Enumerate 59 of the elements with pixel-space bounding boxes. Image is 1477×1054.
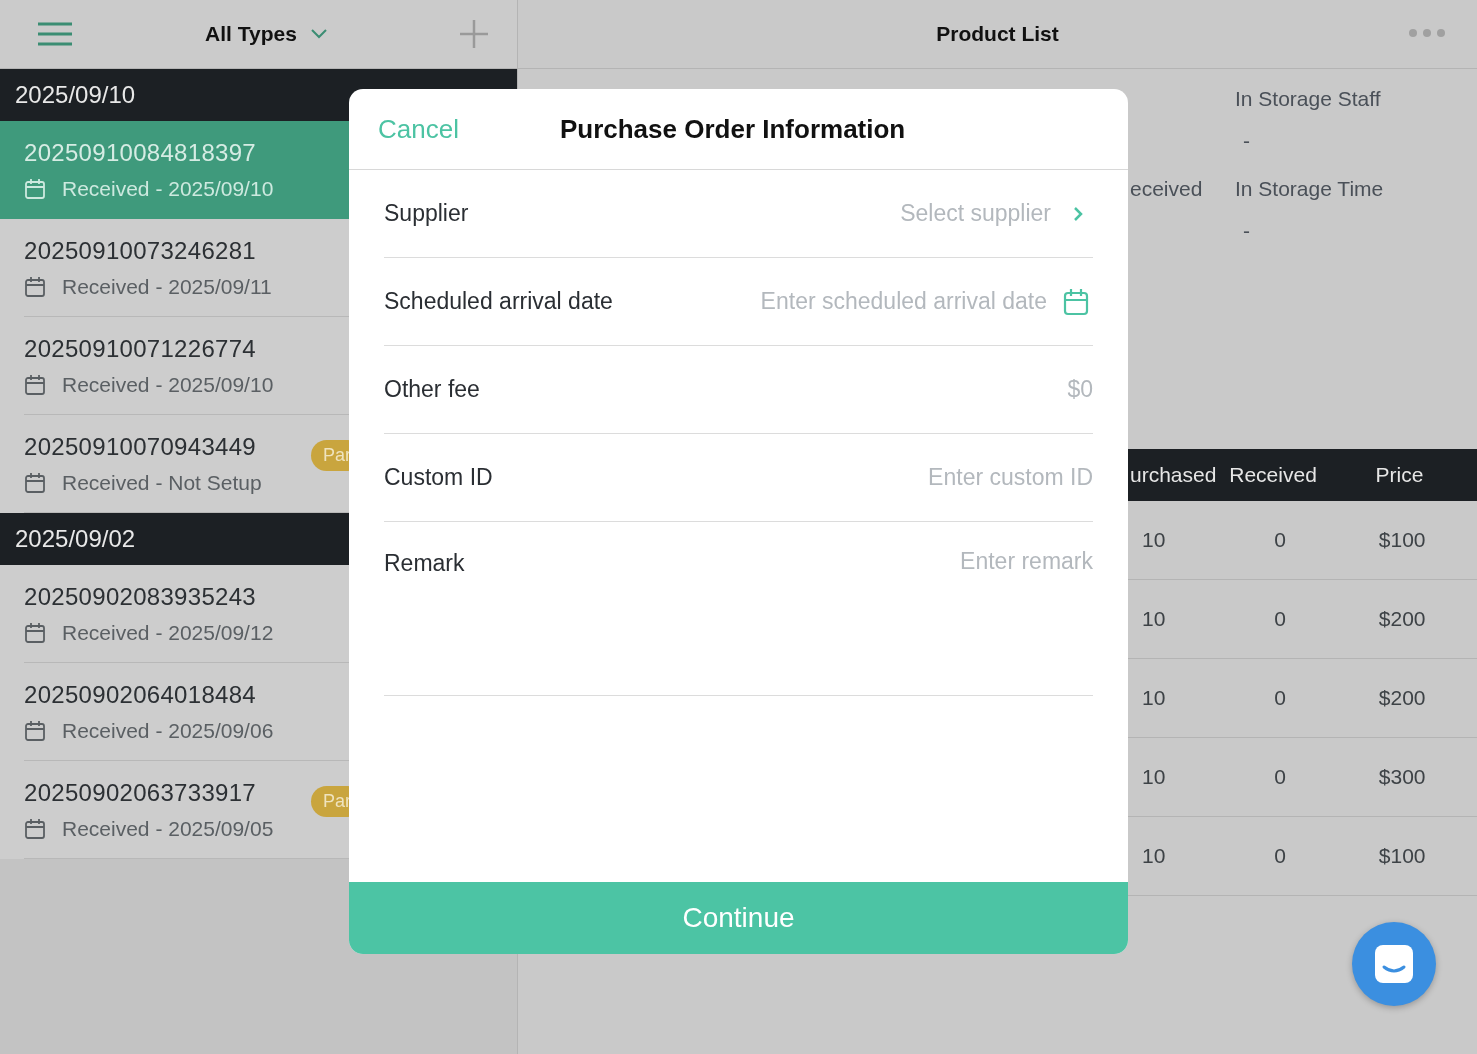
column-header: urchased xyxy=(1129,463,1218,487)
order-id: 20250902083935243 xyxy=(24,582,256,611)
calendar-icon xyxy=(24,177,46,200)
table-cell-text: 0 xyxy=(1273,528,1287,552)
calendar-icon xyxy=(24,471,46,494)
add-icon[interactable] xyxy=(459,19,489,49)
detail-value: - xyxy=(1242,219,1251,243)
table-cell-text: 10 xyxy=(1141,528,1167,552)
calendar-icon xyxy=(24,621,46,644)
table-cell-text: 10 xyxy=(1141,844,1167,868)
order-status: Received - 2025/09/05 xyxy=(62,816,274,841)
more-icon[interactable] xyxy=(1408,28,1446,38)
calendar-icon xyxy=(24,817,46,840)
detail-label: In Storage Time xyxy=(1235,177,1384,201)
detail-value: - xyxy=(1242,129,1251,153)
table-cell-text: $200 xyxy=(1377,686,1427,710)
chat-button[interactable] xyxy=(1352,922,1436,1006)
order-id: 20250902063733917 xyxy=(24,778,256,807)
chevron-down-icon xyxy=(310,29,327,39)
table-cell-text: $300 xyxy=(1377,765,1427,789)
order-status: Received - Not Setup xyxy=(62,470,262,495)
table-cell-text: 10 xyxy=(1141,607,1167,631)
column-header: Price xyxy=(1374,463,1425,487)
table-cell-text: 0 xyxy=(1273,686,1287,710)
table-cell-text: 0 xyxy=(1273,607,1287,631)
date-input-field[interactable]: Enter scheduled arrival date xyxy=(628,288,1047,315)
table-cell-text: $200 xyxy=(1377,607,1427,631)
group-date: 2025/09/02 xyxy=(15,525,136,553)
order-status: Received - 2025/09/11 xyxy=(62,274,272,299)
table-cell-text: 0 xyxy=(1273,844,1287,868)
page-title: Product List xyxy=(936,22,1059,46)
detail-label: In Storage Staff xyxy=(1235,87,1381,111)
order-id: 20250910071226774 xyxy=(24,334,256,363)
calendar-icon xyxy=(24,373,46,396)
field-label: Custom ID xyxy=(384,464,493,491)
dialog-title: Purchase Order Information xyxy=(559,113,906,145)
column-header: Received xyxy=(1228,463,1318,487)
table-cell-text: 10 xyxy=(1141,765,1167,789)
table-cell-text: 0 xyxy=(1273,765,1287,789)
table-cell-text: $100 xyxy=(1377,528,1427,552)
field-label: Other fee xyxy=(384,376,480,403)
calendar-icon xyxy=(24,275,46,298)
order-status: Received - 2025/09/12 xyxy=(62,620,274,645)
order-id: 20250902064018484 xyxy=(24,680,256,709)
detail-label: eceived xyxy=(1130,177,1203,200)
chat-icon xyxy=(1373,943,1415,985)
order-id: 20250910073246281 xyxy=(24,236,256,265)
chevron-right-icon xyxy=(1073,205,1083,222)
table-cell-text: $100 xyxy=(1377,844,1427,868)
order-id: 20250910084818397 xyxy=(24,138,256,167)
order-status: Received - 2025/09/06 xyxy=(62,718,274,743)
order-id: 20250910070943449 xyxy=(24,432,256,461)
group-date: 2025/09/10 xyxy=(15,81,136,109)
menu-icon[interactable] xyxy=(37,22,73,46)
order-status: Received - 2025/09/10 xyxy=(62,372,274,397)
order-status: Received - 2025/09/10 xyxy=(62,176,274,201)
table-cell-text: 10 xyxy=(1141,686,1167,710)
calendar-icon[interactable] xyxy=(1063,287,1089,316)
calendar-icon xyxy=(24,719,46,742)
